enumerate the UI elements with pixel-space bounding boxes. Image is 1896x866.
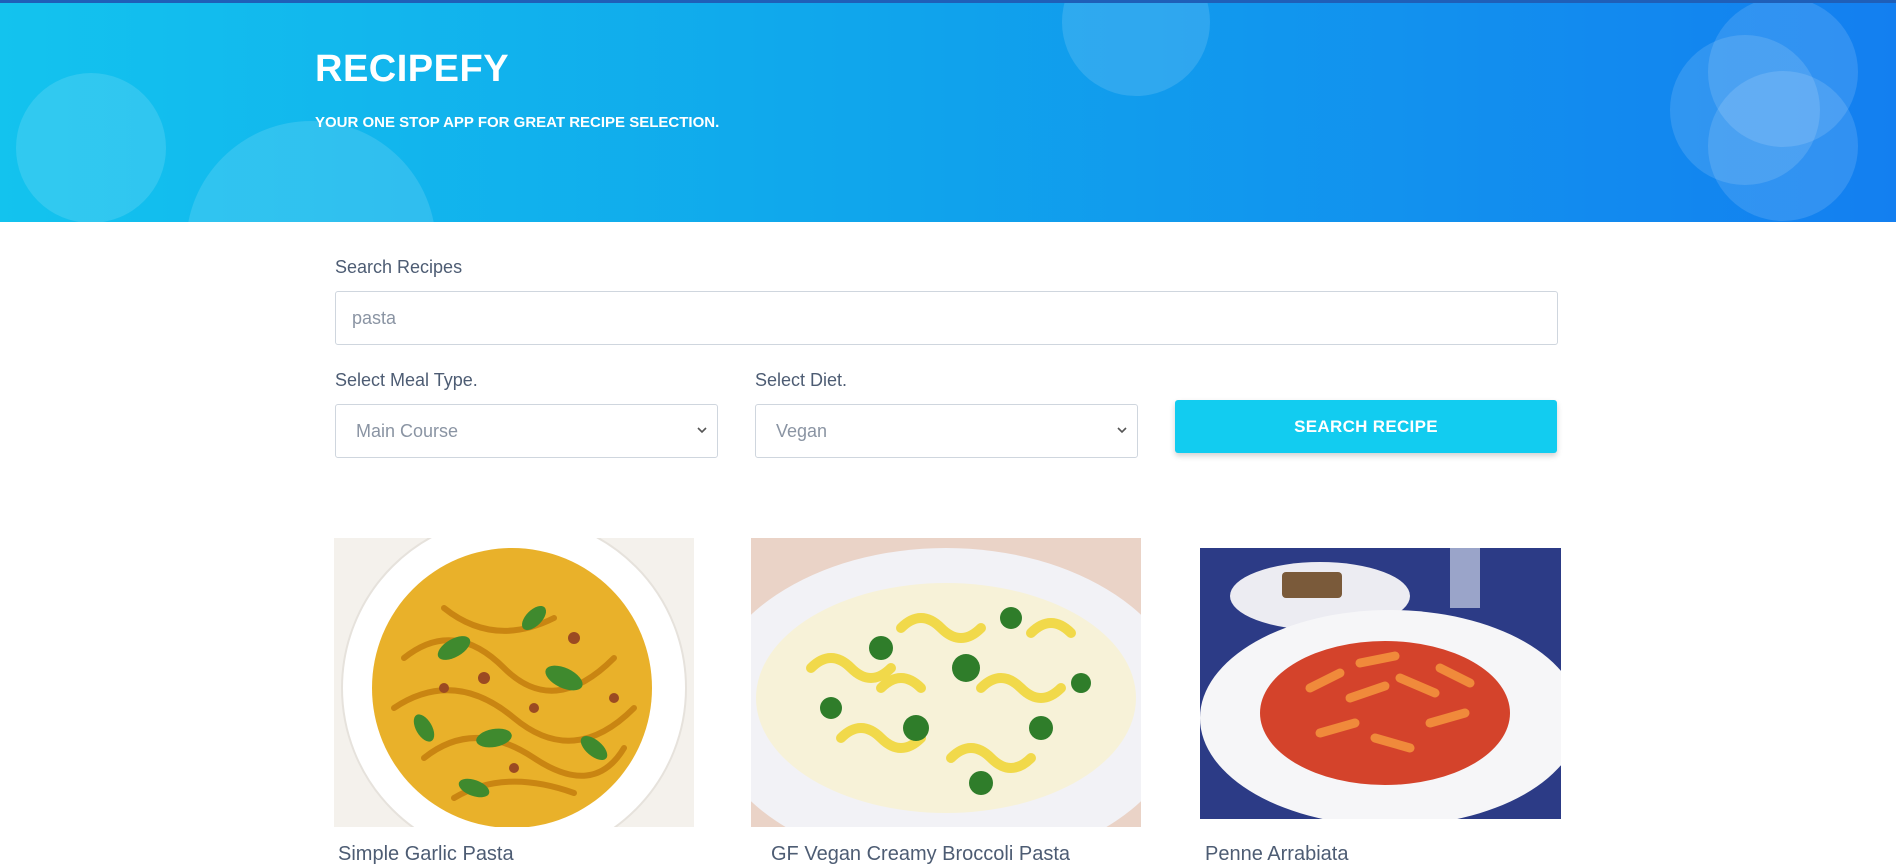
recipe-card[interactable]: Simple Garlic Pasta [334, 538, 694, 865]
meal-type-value: Main Course [356, 420, 459, 441]
pasta-dish-image [334, 538, 694, 827]
recipe-image[interactable] [751, 538, 1141, 827]
search-recipe-button[interactable]: SEARCH RECIPE [1175, 400, 1557, 453]
diet-value: Vegan [776, 420, 828, 441]
decorative-circle [16, 73, 166, 222]
meal-type-select[interactable]: Main Course [335, 404, 718, 458]
decorative-circle [186, 121, 436, 222]
diet-select[interactable]: Vegan [755, 404, 1138, 458]
chevron-down-icon [1117, 427, 1127, 434]
app-tagline: YOUR ONE STOP APP FOR GREAT RECIPE SELEC… [315, 114, 720, 131]
app-logo-title[interactable]: RECIPEFY [315, 48, 509, 91]
search-label: Search Recipes [335, 257, 463, 277]
recipe-image[interactable] [334, 538, 694, 827]
decorative-circle [1062, 3, 1210, 96]
search-input[interactable] [335, 291, 1558, 345]
recipe-card[interactable]: GF Vegan Creamy Broccoli Pasta [751, 538, 1141, 865]
diet-label: Select Diet. [755, 370, 848, 390]
recipe-image[interactable] [1200, 548, 1561, 819]
pasta-dish-image [751, 538, 1141, 827]
pasta-dish-image [1200, 548, 1561, 819]
hero-header: RECIPEFY YOUR ONE STOP APP FOR GREAT REC… [0, 0, 1896, 222]
meal-type-label: Select Meal Type. [335, 370, 478, 390]
recipe-card[interactable]: Penne Arrabiata [1200, 548, 1561, 865]
chevron-down-icon [697, 427, 707, 434]
decorative-circle [1708, 71, 1858, 221]
